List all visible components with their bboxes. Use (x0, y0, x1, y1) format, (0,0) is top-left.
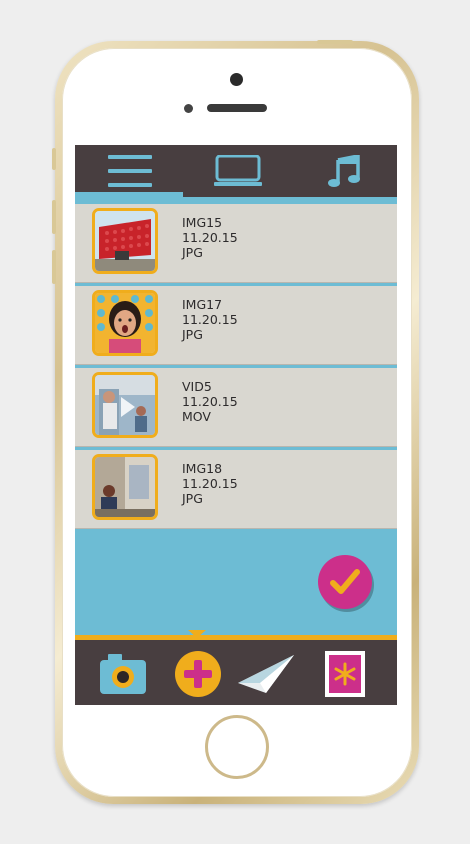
paper-plane-icon (238, 655, 294, 693)
silent-switch (52, 148, 56, 170)
item-name: IMG17 (182, 297, 223, 312)
camera-button[interactable] (93, 648, 153, 700)
active-tab-indicator (75, 192, 183, 197)
list-item[interactable]: VID5 11.20.15 MOV (75, 368, 397, 447)
item-type: MOV (182, 409, 211, 424)
item-type: JPG (182, 245, 203, 260)
item-date: 11.20.15 (182, 394, 238, 409)
item-type: JPG (182, 327, 203, 342)
volume-down-button (52, 250, 56, 284)
item-name: VID5 (182, 379, 212, 394)
video-thumbnail[interactable] (92, 372, 158, 438)
stamp-icon (325, 651, 365, 697)
volume-up-button (52, 200, 56, 234)
tab-slideshow-view[interactable] (203, 145, 273, 197)
camera-icon (100, 654, 146, 694)
red-building-thumbnail[interactable] (92, 208, 158, 274)
item-type: JPG (182, 491, 203, 506)
hamburger-icon (108, 155, 152, 187)
power-button (317, 40, 353, 44)
list-item[interactable]: IMG18 11.20.15 JPG (75, 450, 397, 529)
list-item[interactable]: IMG15 11.20.15 JPG (75, 204, 397, 283)
list-item[interactable]: IMG17 11.20.15 JPG (75, 286, 397, 365)
send-button[interactable] (233, 648, 299, 700)
monitor-icon (214, 155, 262, 186)
item-name: IMG15 (182, 215, 223, 230)
plus-icon (175, 651, 221, 697)
room-thumbnail[interactable] (92, 454, 158, 520)
front-camera (230, 73, 243, 86)
surprised-child-thumbnail[interactable] (92, 290, 158, 356)
tab-list-view[interactable] (95, 145, 165, 197)
home-button[interactable] (205, 715, 269, 779)
item-date: 11.20.15 (182, 312, 238, 327)
bottom-nav-bar (75, 635, 397, 705)
music-note-icon (328, 155, 360, 187)
stamp-button[interactable] (315, 646, 375, 702)
media-list: IMG15 11.20.15 JPG IMG17 11.20.15 JPG VI… (75, 204, 397, 532)
top-tab-bar (75, 145, 397, 197)
proximity-sensor (184, 104, 193, 113)
app-screen: IMG15 11.20.15 JPG IMG17 11.20.15 JPG VI… (75, 145, 397, 705)
confirm-button[interactable] (318, 555, 372, 609)
checkmark-icon (330, 569, 360, 594)
item-date: 11.20.15 (182, 230, 238, 245)
add-button[interactable] (168, 646, 228, 702)
earpiece-speaker (207, 104, 267, 112)
item-date: 11.20.15 (182, 476, 238, 491)
tab-music[interactable] (309, 145, 379, 197)
item-name: IMG18 (182, 461, 223, 476)
